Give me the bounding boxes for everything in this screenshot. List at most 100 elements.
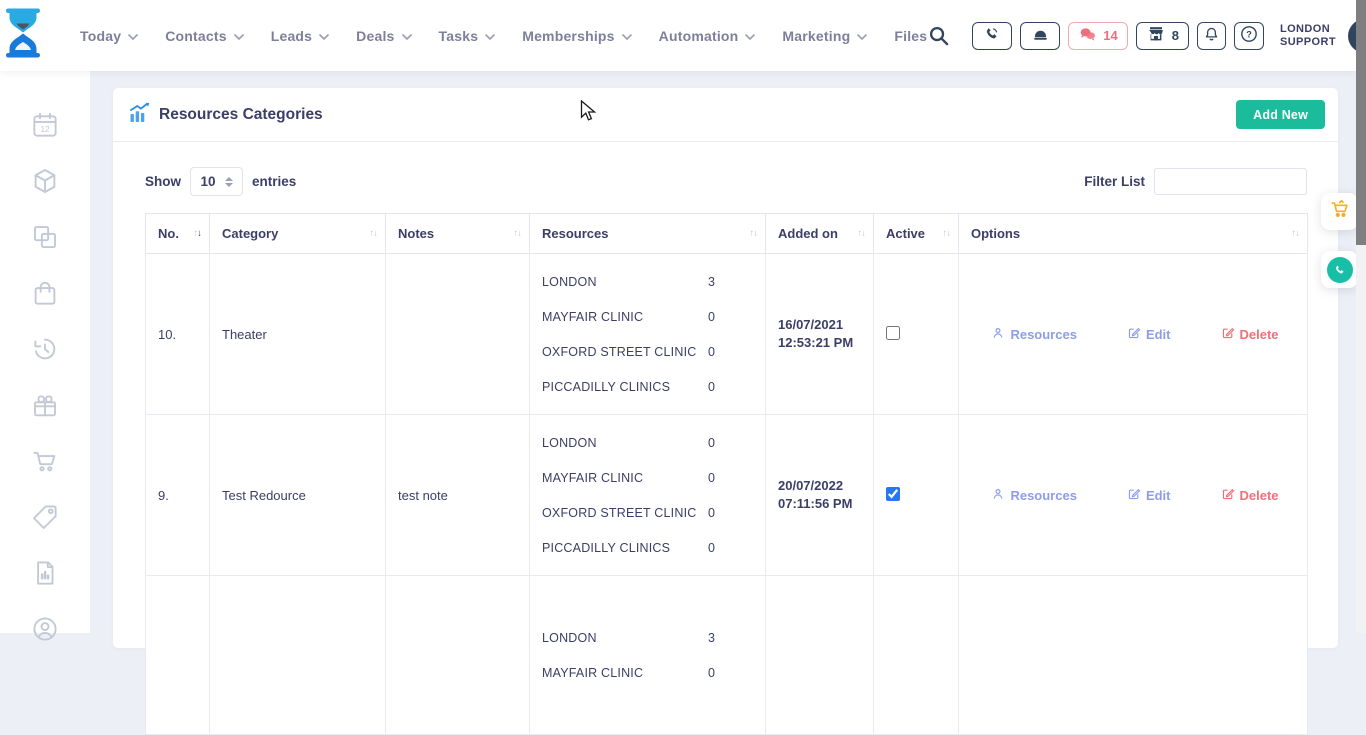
cell-category: Theater	[210, 254, 386, 415]
cell-resources: LONDON 0 MAYFAIR CLINIC 0 OXFORD STREET …	[530, 415, 766, 576]
added-date: 16/07/2021	[778, 316, 865, 334]
main-content: Resources Categories Add New Show 10 ent…	[90, 71, 1356, 633]
inbox-icon	[1031, 25, 1050, 47]
column-header-active[interactable]: Active ↑↓	[874, 214, 959, 254]
resource-name: LONDON	[542, 436, 708, 450]
column-header-notes[interactable]: Notes ↑↓	[386, 214, 530, 254]
resource-count: 0	[708, 541, 715, 555]
nav-item-marketing[interactable]: Marketing	[782, 28, 867, 44]
resource-count: 0	[708, 380, 715, 394]
sidebar-report-icon[interactable]	[0, 545, 90, 601]
entries-label: entries	[252, 174, 296, 189]
table-controls: Show 10 entries Filter List	[145, 167, 1307, 196]
resource-count: 3	[708, 275, 715, 289]
svg-text:12: 12	[40, 125, 50, 134]
inbox-button[interactable]	[1020, 22, 1060, 50]
floating-cart-button[interactable]	[1321, 193, 1358, 230]
sidebar-user-badge-icon[interactable]	[0, 601, 90, 657]
cell-active	[874, 254, 959, 415]
resource-name: MAYFAIR CLINIC	[542, 310, 708, 324]
filter-input[interactable]	[1154, 168, 1307, 195]
nav-item-label: Automation	[659, 28, 739, 44]
help-button[interactable]: ?	[1234, 22, 1264, 50]
delete-link[interactable]: Delete	[1221, 487, 1279, 504]
resource-line: LONDON 0	[542, 425, 757, 460]
table-row: 10. Theater LONDON 3 MAYFAIR CLINIC 0 OX…	[146, 254, 1308, 415]
notifications-button[interactable]	[1197, 22, 1226, 50]
column-label: Category	[222, 226, 278, 241]
sidebar-shopping-bag-icon[interactable]	[0, 265, 90, 321]
cell-active	[874, 576, 959, 735]
sidebar-calendar-icon[interactable]: 12	[0, 97, 90, 153]
column-header-resources[interactable]: Resources ↑↓	[530, 214, 766, 254]
resource-line: PICCADILLY CLINICS 0	[542, 530, 757, 565]
page-size-select[interactable]: 10	[190, 167, 243, 196]
resource-line: MAYFAIR CLINIC 0	[542, 655, 757, 690]
sidebar-package-icon[interactable]	[0, 153, 90, 209]
nav-item-label: Tasks	[439, 28, 479, 44]
scrollbar-thumb[interactable]	[1356, 0, 1366, 245]
resource-line: LONDON 3	[542, 620, 757, 655]
nav-item-label: Marketing	[782, 28, 850, 44]
main-nav: Today Contacts Leads Deals Tasks Members…	[80, 28, 927, 44]
header-actions: 14 8	[927, 19, 1366, 53]
chevron-down-icon	[402, 34, 412, 40]
sidebar-cart-icon[interactable]	[0, 433, 90, 489]
nav-item-today[interactable]: Today	[80, 28, 138, 44]
chevron-down-icon	[485, 34, 495, 40]
phone-icon	[983, 25, 1001, 46]
nav-item-automation[interactable]: Automation	[659, 28, 756, 44]
resource-name: OXFORD STREET CLINIC	[542, 506, 708, 520]
sidebar-copy-icon[interactable]	[0, 209, 90, 265]
nav-item-tasks[interactable]: Tasks	[439, 28, 496, 44]
account-name-line1: LONDON	[1280, 23, 1336, 36]
nav-item-contacts[interactable]: Contacts	[165, 28, 244, 44]
nav-item-memberships[interactable]: Memberships	[522, 28, 631, 44]
resources-link[interactable]: Resources	[991, 326, 1076, 343]
column-header-options[interactable]: Options ↑↓	[959, 214, 1308, 254]
page-scrollbar[interactable]	[1356, 0, 1366, 633]
nav-item-label: Leads	[271, 28, 312, 44]
chat-button[interactable]: 14	[1068, 22, 1127, 50]
nav-item-deals[interactable]: Deals	[356, 28, 411, 44]
sidebar-history-icon[interactable]	[0, 321, 90, 377]
chevron-down-icon	[128, 34, 138, 40]
nav-item-files[interactable]: Files	[894, 28, 927, 44]
nav-item-leads[interactable]: Leads	[271, 28, 329, 44]
person-outline-icon	[991, 326, 1005, 343]
column-header-no-[interactable]: No. ↑↓	[146, 214, 210, 254]
select-arrows-icon	[225, 177, 233, 187]
phone-button[interactable]	[972, 22, 1012, 50]
show-label: Show	[145, 174, 181, 189]
sort-icon: ↑↓	[1292, 228, 1300, 239]
sidebar-gift-icon[interactable]	[0, 377, 90, 433]
resource-count: 0	[708, 345, 715, 359]
cell-options: Resources Edit	[959, 254, 1308, 415]
resource-count: 0	[708, 310, 715, 324]
search-icon[interactable]	[927, 24, 950, 47]
sidebar-price-tag-icon[interactable]	[0, 489, 90, 545]
floating-phone-button[interactable]	[1321, 251, 1358, 288]
edit-link[interactable]: Edit	[1127, 326, 1171, 343]
resource-line: LONDON 3	[542, 264, 757, 299]
delete-link[interactable]: Delete	[1221, 326, 1279, 343]
edit-link[interactable]: Edit	[1127, 487, 1171, 504]
cell-no: 10.	[146, 254, 210, 415]
store-button[interactable]: 8	[1136, 22, 1189, 50]
active-checkbox[interactable]	[886, 326, 900, 340]
brand-logo[interactable]	[0, 8, 46, 63]
sort-icon: ↑↓	[750, 228, 758, 239]
resources-link[interactable]: Resources	[991, 487, 1076, 504]
top-header: Today Contacts Leads Deals Tasks Members…	[0, 0, 1356, 71]
table-row: 9. Test Redource test note LONDON 0 MAYF…	[146, 415, 1308, 576]
add-new-button[interactable]: Add New	[1236, 100, 1325, 129]
active-checkbox[interactable]	[886, 487, 900, 501]
cell-notes	[386, 576, 530, 735]
filter-label: Filter List	[1084, 174, 1145, 189]
column-header-added-on[interactable]: Added on ↑↓	[766, 214, 874, 254]
sort-icon: ↑↓	[943, 228, 951, 239]
svg-text:?: ?	[1246, 29, 1252, 39]
column-header-category[interactable]: Category ↑↓	[210, 214, 386, 254]
sort-icon: ↑↓	[858, 228, 866, 239]
resource-name: OXFORD STREET CLINIC	[542, 345, 708, 359]
